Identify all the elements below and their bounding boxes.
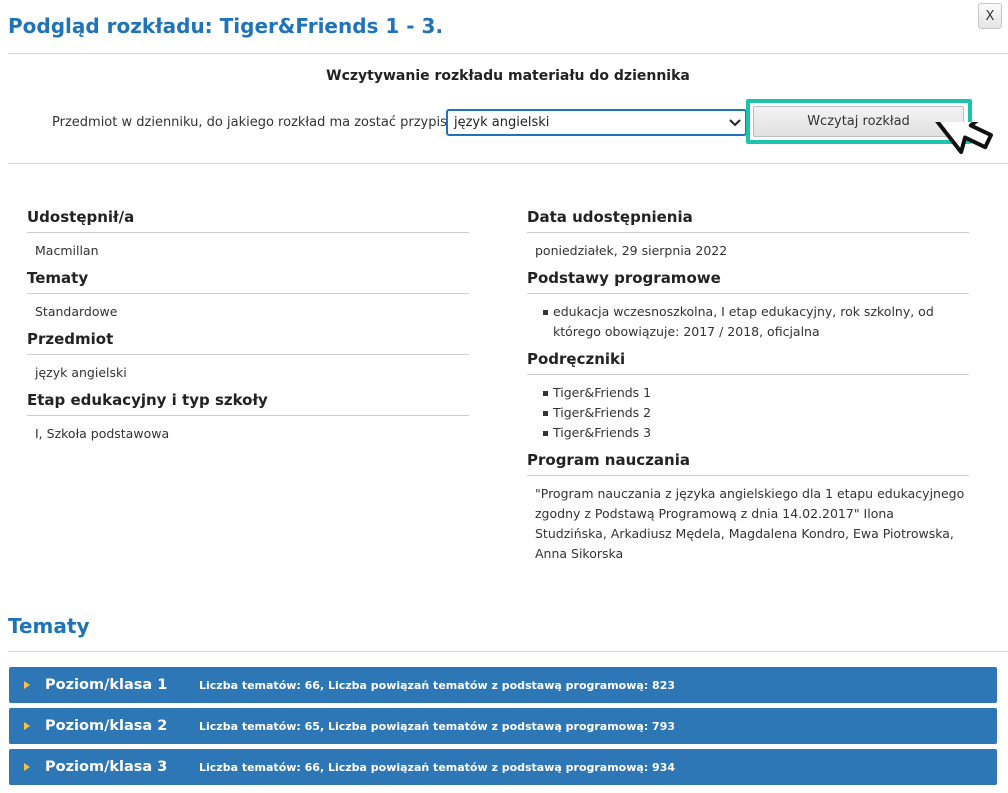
curriculum-bases-heading: Podstawy programowe	[527, 269, 969, 294]
page-title: Podgląd rozkładu: Tiger&Friends 1 - 3.	[8, 14, 444, 38]
schedule-preview-dialog: Podgląd rozkładu: Tiger&Friends 1 - 3. X…	[0, 0, 1008, 793]
subject-heading: Przedmiot	[27, 330, 469, 355]
stage-value: I, Szkoła podstawowa	[35, 426, 170, 441]
share-date-heading: Data udostępnienia	[527, 208, 969, 233]
subject-select-value: język angielski	[454, 115, 550, 130]
subject-label: Przedmiot w dzienniku, do jakiego rozkła…	[52, 115, 475, 130]
caret-right-icon	[9, 681, 45, 689]
program-heading: Program nauczania	[527, 451, 969, 476]
level-row-2[interactable]: Poziom/klasa 2 Liczba tematów: 65, Liczb…	[9, 708, 997, 744]
subject-value: język angielski	[35, 365, 127, 380]
level-name: Poziom/klasa 3	[45, 759, 168, 775]
list-item: Tiger&Friends 3	[543, 423, 969, 443]
close-button[interactable]: X	[978, 3, 1002, 29]
load-heading: Wczytywanie rozkładu materiału do dzienn…	[326, 68, 690, 84]
level-info: Liczba tematów: 65, Liczba powiązań tema…	[199, 719, 676, 733]
close-icon: X	[985, 8, 995, 24]
list-item: Tiger&Friends 2	[543, 403, 969, 423]
shared-by-value: Macmillan	[35, 243, 99, 258]
textbooks-list: Tiger&Friends 1 Tiger&Friends 2 Tiger&Fr…	[527, 375, 969, 451]
divider	[8, 163, 1008, 164]
level-name: Poziom/klasa 2	[45, 718, 168, 734]
topics-value: Standardowe	[35, 304, 118, 319]
shared-by-heading: Udostępnił/a	[27, 208, 469, 233]
curriculum-bases-list: edukacja wczesnoszkolna, I etap edukacyj…	[527, 294, 969, 350]
share-date-value: poniedziałek, 29 sierpnia 2022	[535, 243, 728, 258]
level-info: Liczba tematów: 66, Liczba powiązań tema…	[199, 760, 676, 774]
subject-select[interactable]: język angielski	[446, 109, 747, 136]
program-value: "Program nauczania z języka angielskiego…	[535, 486, 965, 561]
details-right-column: Data udostępnienia poniedziałek, 29 sier…	[527, 208, 969, 572]
caret-right-icon	[9, 722, 45, 730]
level-info: Liczba tematów: 66, Liczba powiązań tema…	[199, 678, 676, 692]
textbooks-heading: Podręczniki	[527, 350, 969, 375]
caret-right-icon	[9, 763, 45, 771]
chevron-down-icon	[725, 118, 745, 127]
divider	[8, 53, 1008, 54]
level-name: Poziom/klasa 1	[45, 677, 168, 693]
topics-heading: Tematy	[27, 269, 469, 294]
level-row-3[interactable]: Poziom/klasa 3 Liczba tematów: 66, Liczb…	[9, 749, 997, 785]
level-row-1[interactable]: Poziom/klasa 1 Liczba tematów: 66, Liczb…	[9, 667, 997, 703]
list-item: edukacja wczesnoszkolna, I etap edukacyj…	[543, 302, 969, 342]
list-item: Tiger&Friends 1	[543, 383, 969, 403]
divider	[8, 651, 1008, 652]
stage-heading: Etap edukacyjny i typ szkoły	[27, 391, 469, 416]
details-left-column: Udostępnił/a Macmillan Tematy Standardow…	[27, 208, 469, 452]
topics-section-title: Tematy	[8, 614, 90, 638]
